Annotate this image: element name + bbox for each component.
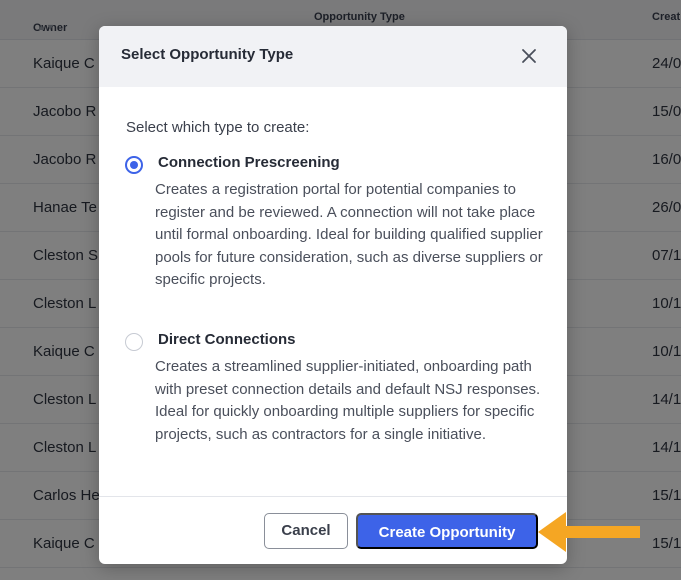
arrow-left-icon [538,512,640,552]
option-title: Connection Prescreening [158,154,340,171]
footer-divider [99,496,567,497]
close-button[interactable] [517,44,541,68]
radio-direct-connections[interactable] [125,333,143,351]
radio-connection-prescreening[interactable] [125,156,143,174]
select-opportunity-type-dialog: Select Opportunity Type Select which typ… [99,26,567,564]
option-description: Creates a registration portal for potent… [155,181,543,289]
option-title: Direct Connections [158,331,296,348]
close-icon [522,49,536,63]
dialog-title: Select Opportunity Type [121,46,294,63]
cancel-button[interactable]: Cancel [264,513,348,549]
dialog-header: Select Opportunity Type [99,26,567,87]
option-description: Creates a streamlined supplier-initiated… [155,358,541,443]
dialog-prompt: Select which type to create: [126,119,310,136]
create-opportunity-button[interactable]: Create Opportunity [356,513,538,549]
